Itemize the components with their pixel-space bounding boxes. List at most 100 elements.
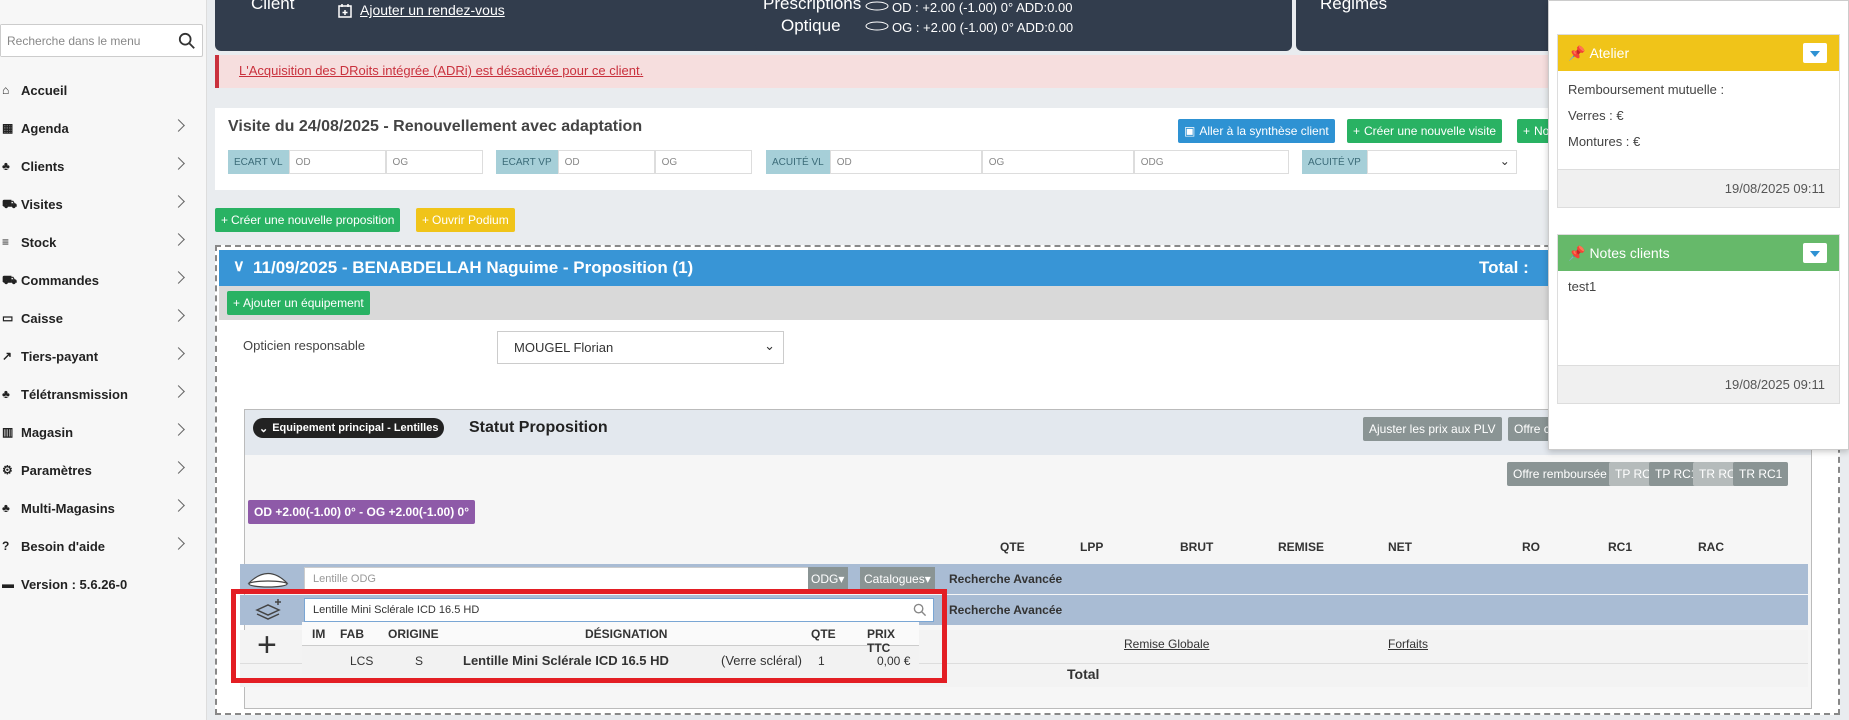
cart-icon: ⛟ [2,197,18,211]
sidebar-item-magasin[interactable]: ▥ Magasin [0,413,207,451]
chevron-right-icon [172,119,185,132]
new-proposal-button[interactable]: + Créer une nouvelle proposition [215,208,401,232]
lens-icon [247,572,289,588]
visit-title: Visite du 24/08/2025 - Renouvellement av… [228,118,643,135]
menu-search[interactable] [0,24,203,57]
eye-lens-icon [865,21,889,31]
proposition-title: 11/09/2025 - BENABDELLAH Naguime - Propo… [253,258,694,277]
sidebar-item-label: Accueil [21,82,68,98]
ecart-vl-od-input[interactable]: OD [288,150,386,174]
sidebar-item-commandes[interactable]: ⛟ Commandes [0,261,207,299]
ecart-vp-og-input[interactable]: OG [654,150,752,174]
plus-icon: + [422,213,430,227]
advanced-search-link[interactable]: Recherche Avancée [949,572,1062,586]
column-header-brut: BRUT [1180,540,1214,554]
caret-down-icon: ▾ [924,572,931,586]
new-visit-button[interactable]: + Créer une nouvelle visite [1347,119,1503,143]
sidebar-item-label: Multi-Magasins [21,500,115,516]
open-podium-label: Ouvrir Podium [432,213,509,227]
sidebar-item-label: Paramètres [21,462,92,478]
add-appointment-link[interactable]: Ajouter un rendez-vous [360,2,505,18]
offre-remboursee-button[interactable]: Offre remboursée [1507,462,1613,486]
truck-icon: ⛟ [2,273,18,287]
open-podium-button[interactable]: + Ouvrir Podium [416,208,515,232]
calendar-icon: ▦ [2,121,14,135]
sidebar-item-label: Magasin [21,424,74,440]
sidebar-item-besoin-d-aide[interactable]: ? Besoin d'aide [0,527,207,565]
chevron-right-icon [172,385,185,398]
remise-globale-link[interactable]: Remise Globale [1124,637,1209,651]
sidebar-item-stock[interactable]: ≡ Stock [0,223,207,261]
sidebar-menu: ⌂ Accueil ▦ Agenda ♣ Clients ⛟ Visites ≡ Stock ⛟ Co… [0,71,207,603]
atelier-header: 📌 Atelier [1558,35,1839,71]
home-icon: ⌂ [2,83,10,97]
catalogues-button[interactable]: Catalogues▾ [860,567,935,591]
ecart-vp-label: ECART VP [496,150,558,174]
plus-icon: + [1523,124,1531,138]
ecart-vl-og-input[interactable]: OG [385,150,483,174]
menu-search-input[interactable] [1,25,171,56]
sidebar-item-caisse[interactable]: ▭ Caisse [0,299,207,337]
column-header-lpp: LPP [1080,540,1104,554]
notes-date: 19/08/2025 09:11 [1558,365,1839,403]
lens-odg-input[interactable]: Lentille ODG [304,567,810,591]
tr-rc1-button[interactable]: TR RC1 [1733,462,1789,486]
acuite-vl-odg-input[interactable]: ODG [1133,150,1289,174]
atelier-body: Remboursement mutuelle : Verres : € Mont… [1558,71,1839,169]
id-card-icon: ▣ [1184,124,1196,138]
sidebar-item-param-tres[interactable]: ⚙ Paramètres [0,451,207,489]
column-header-ro: RO [1522,540,1540,554]
chevron-down-icon: ⌄ [764,338,775,353]
advanced-search-link[interactable]: Recherche Avancée [949,603,1062,617]
column-header-qte: QTE [1000,540,1025,554]
sidebar-item-label: Clients [21,158,65,174]
search-icon[interactable] [178,32,196,50]
money-icon: ▭ [2,311,14,325]
sidebar-item-agenda[interactable]: ▦ Agenda [0,109,207,147]
ecart-vp-od-input[interactable]: OD [557,150,655,174]
ecart-vp-field: ECART VP OD OG [496,150,752,174]
notes-body[interactable]: test1 [1558,271,1839,365]
atelier-title: Atelier [1589,45,1630,61]
new-visit-label: Créer une nouvelle visite [1364,124,1497,138]
notes-dropdown-button[interactable] [1803,243,1827,263]
sidebar-item-t-l-transmission[interactable]: ♣ Télétransmission [0,375,207,413]
regimes-card: Régimes [1296,0,1556,51]
forfaits-link[interactable]: Forfaits [1388,637,1428,651]
add-equipment-button[interactable]: + Ajouter un équipement [227,291,370,315]
chevron-down-icon[interactable]: ∨ [233,256,245,276]
external-link-icon: ↗ [2,349,13,363]
atelier-card: 📌 Atelier Remboursement mutuelle : Verres… [1557,34,1840,208]
total-label: Total [1067,666,1100,682]
chevron-right-icon [172,347,185,360]
atelier-dropdown-button[interactable] [1803,43,1827,63]
sidebar-item-visites[interactable]: ⛟ Visites [0,185,207,223]
column-header-rac: RAC [1698,540,1724,554]
adjust-prices-plv-button[interactable]: Ajuster les prix aux PLV [1363,417,1502,441]
acuite-vp-field: ACUITÉ VP ⌄ [1302,150,1517,174]
sidebar-item-tiers-payant[interactable]: ↗ Tiers-payant [0,337,207,375]
eye-select[interactable]: ODG▾ [808,567,848,591]
proposition-total-label: Total : [1479,258,1529,277]
sidebar-item-version-5-6-26-0[interactable]: ▬ Version : 5.6.26-0 [0,565,207,603]
database-icon: ≡ [2,235,10,249]
equipment-type-pill[interactable]: ⌄ Equipement principal - Lentilles [253,418,445,438]
visit-panel: Visite du 24/08/2025 - Renouvellement av… [215,108,1555,190]
opticien-select[interactable]: MOUGEL Florian ⌄ [497,331,784,364]
sidebar-item-clients[interactable]: ♣ Clients [0,147,207,185]
offer-button-cut[interactable]: Offre co [1508,417,1550,441]
acuite-vp-select[interactable]: ⌄ [1366,150,1517,174]
sidebar-item-multi-magasins[interactable]: ♣ Multi-Magasins [0,489,207,527]
eye-lens-icon [865,1,889,11]
column-header-remise: REMISE [1278,540,1325,554]
plus-icon: + [1353,124,1361,138]
prescription-od: OD : +2.00 (-1.00) 0° ADD:0.00 [892,0,1073,15]
acuite-vl-od-input[interactable]: OD [829,150,982,174]
adri-alert-link[interactable]: L'Acquisition des DRoits intégrée (ADRi)… [239,63,643,78]
sidebar-item-label: Besoin d'aide [21,538,105,554]
sidebar-item-accueil[interactable]: ⌂ Accueil [0,71,207,109]
client-synthesis-button[interactable]: ▣ Aller à la synthèse client [1178,119,1335,143]
add-equipment-label: Ajouter un équipement [243,296,364,310]
sidebar-item-label: Stock [21,234,57,250]
acuite-vl-og-input[interactable]: OG [981,150,1134,174]
